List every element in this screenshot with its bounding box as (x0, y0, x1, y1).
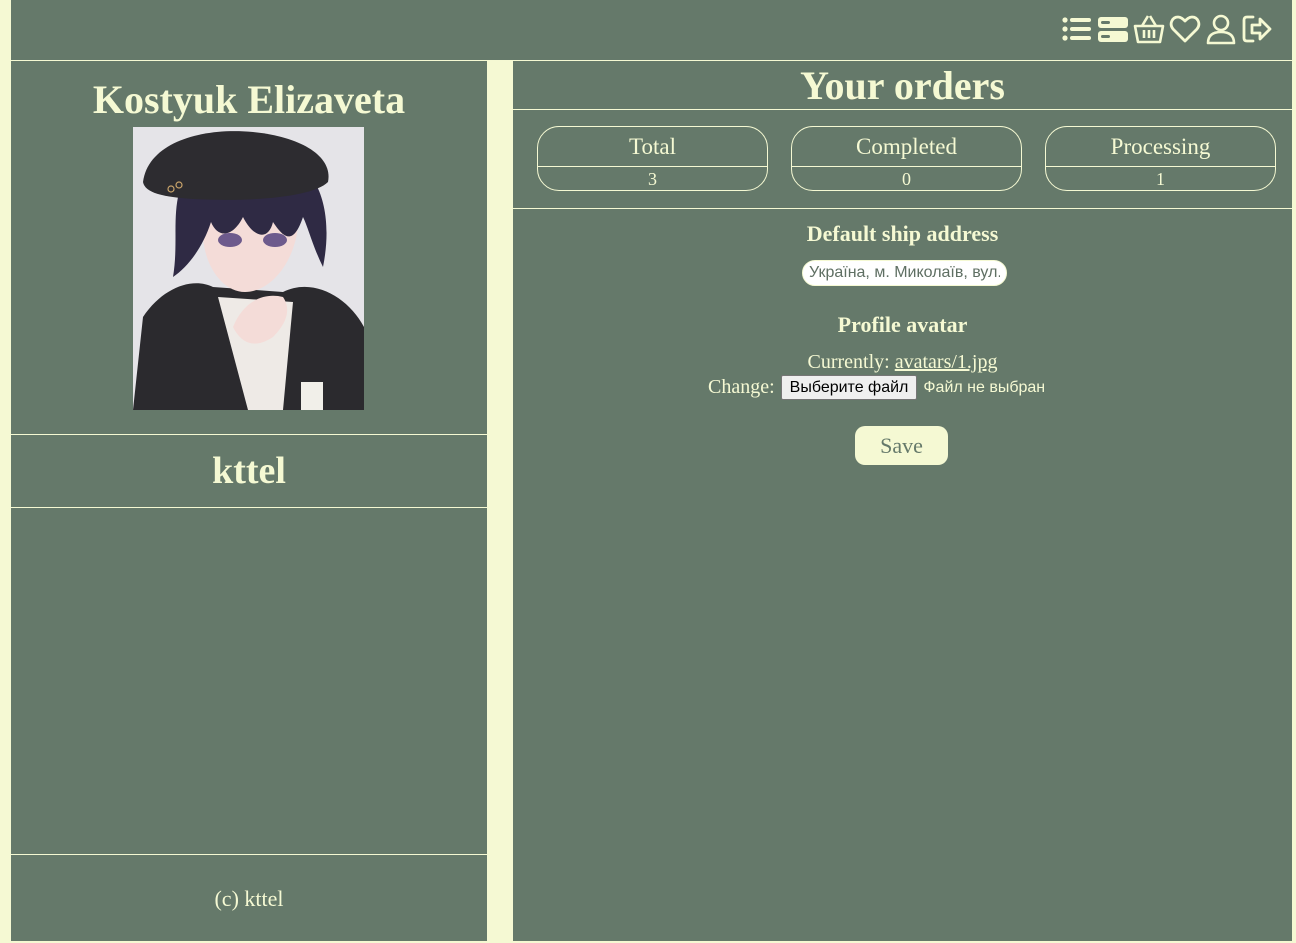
top-bar (11, 0, 1292, 61)
divider (513, 109, 1292, 110)
divider (513, 208, 1292, 209)
account-panel: Your orders Total 3 Completed 0 Processi… (513, 61, 1292, 941)
ship-address-input[interactable] (802, 260, 1007, 286)
stat-value: 1 (1156, 169, 1165, 189)
profile-panel: Kostyuk Elizaveta kttel (c) kttel (11, 61, 487, 941)
stat-label: Processing (1046, 127, 1275, 167)
heart-icon[interactable] (1168, 12, 1202, 46)
stat-label: Completed (792, 127, 1021, 167)
change-avatar-row: Change: Выберите файл Файл не выбран (708, 375, 1045, 400)
stat-processing: Processing 1 (1045, 126, 1276, 191)
current-avatar-link[interactable]: avatars/1.jpg (895, 351, 998, 373)
profile-full-name: Kostyuk Elizaveta (92, 77, 406, 122)
orders-title: Your orders (800, 63, 1005, 108)
save-button[interactable]: Save (855, 426, 948, 465)
profile-avatar-image (133, 127, 364, 410)
logout-icon[interactable] (1240, 12, 1274, 46)
catalog-icon[interactable] (1096, 12, 1130, 46)
stat-label: Total (538, 127, 767, 167)
currently-label: Currently: (807, 351, 890, 373)
current-avatar-row: Currently: avatars/1.jpg (513, 351, 1292, 374)
footer-copyright: (c) kttel (214, 886, 284, 911)
divider (11, 507, 487, 508)
change-label: Change: (708, 376, 775, 398)
no-file-text: Файл не выбран (923, 378, 1046, 396)
address-section-title: Default ship address (806, 221, 999, 246)
basket-icon[interactable] (1132, 12, 1166, 46)
username: kttel (212, 450, 286, 492)
stat-total: Total 3 (537, 126, 768, 191)
stat-completed: Completed 0 (791, 126, 1022, 191)
choose-file-button[interactable]: Выберите файл (780, 375, 918, 400)
avatar-section-title: Profile avatar (837, 312, 968, 337)
stat-value: 3 (648, 169, 657, 189)
list-icon[interactable] (1060, 12, 1094, 46)
user-icon[interactable] (1204, 12, 1238, 46)
stat-value: 0 (902, 169, 911, 189)
nav-icons (1060, 12, 1274, 46)
